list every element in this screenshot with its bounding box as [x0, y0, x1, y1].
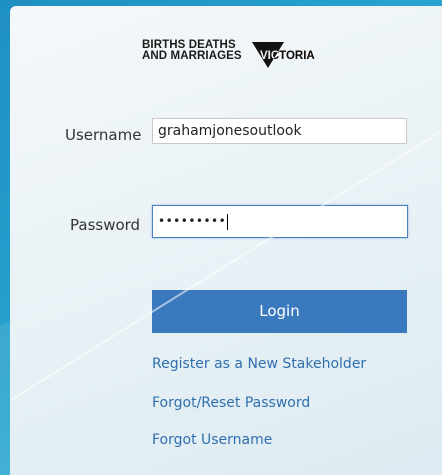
text-caret: [227, 213, 229, 230]
forgot-password-link[interactable]: Forgot/Reset Password: [152, 395, 310, 411]
bdm-victoria-logo: BIRTHS DEATHS AND MARRIAGES VICTORIA: [142, 39, 332, 72]
logo-line-2: AND MARRIAGES: [142, 50, 242, 62]
logo-victoria: VICTORIA: [260, 50, 315, 62]
username-label: Username: [65, 126, 142, 144]
password-masked-value: •••••••••: [158, 214, 227, 228]
register-stakeholder-link[interactable]: Register as a New Stakeholder: [152, 356, 366, 372]
forgot-username-link[interactable]: Forgot Username: [152, 432, 272, 448]
password-label: Password: [70, 216, 141, 234]
login-button[interactable]: Login: [152, 290, 407, 333]
password-field[interactable]: •••••••••: [152, 205, 408, 238]
username-field[interactable]: grahamjonesoutlook: [152, 118, 407, 144]
login-card: BIRTHS DEATHS AND MARRIAGES VICTORIA Use…: [10, 6, 442, 475]
login-page: BIRTHS DEATHS AND MARRIAGES VICTORIA Use…: [0, 0, 442, 475]
